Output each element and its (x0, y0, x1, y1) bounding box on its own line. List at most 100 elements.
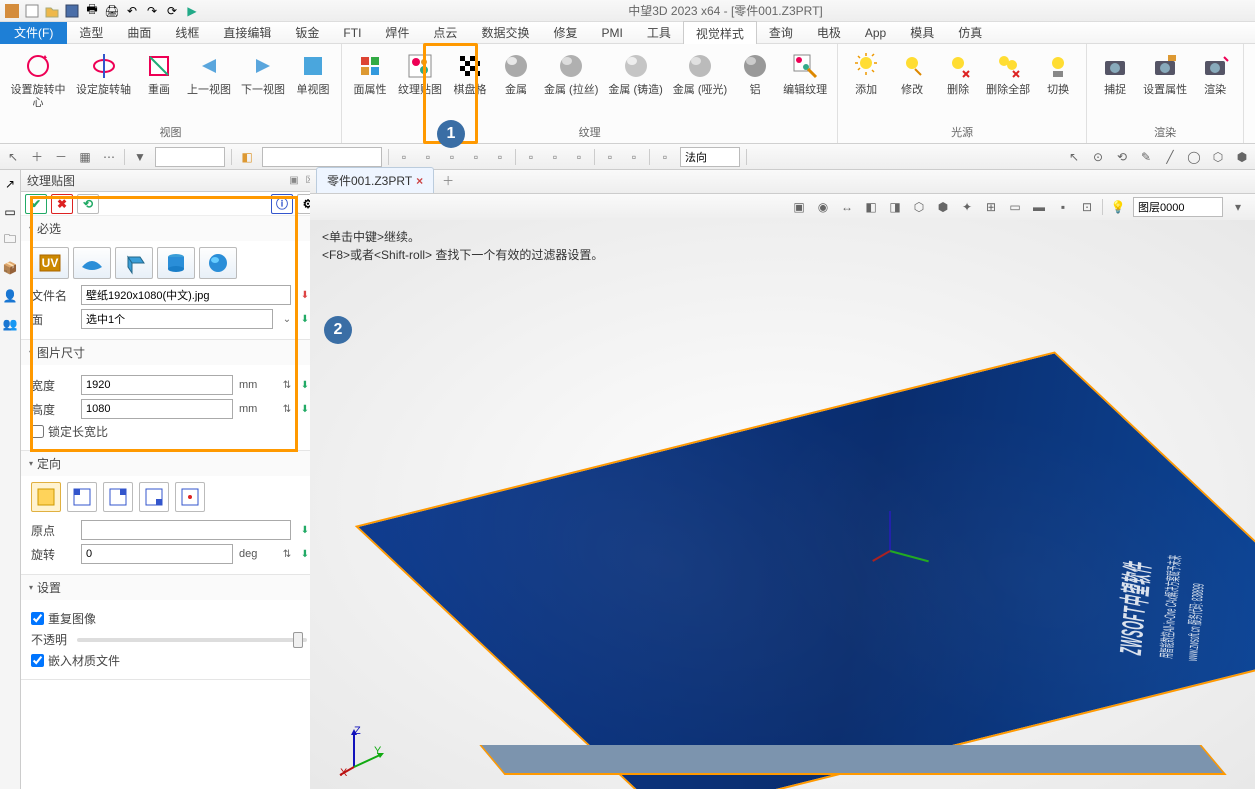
user-icon[interactable]: 👥 (0, 314, 20, 334)
redraw-button[interactable]: 重画 (137, 46, 181, 97)
box-icon[interactable]: ▭ (0, 202, 20, 222)
vp-icon[interactable]: ◨ (886, 198, 904, 216)
face-input[interactable] (81, 309, 273, 329)
minus-icon[interactable]: － (52, 148, 70, 166)
checker-button[interactable]: 棋盘格 (448, 46, 492, 97)
menu-item[interactable]: 焊件 (373, 21, 421, 44)
menu-item[interactable]: 修复 (541, 21, 589, 44)
doc-tab[interactable]: 零件001.Z3PRT × (316, 167, 434, 193)
cursor-icon[interactable]: ↖ (4, 148, 22, 166)
orient-br-button[interactable] (139, 482, 169, 512)
uv-sheet-button[interactable] (73, 247, 111, 279)
tb-icon[interactable]: ▫ (395, 148, 413, 166)
render-button[interactable]: 渲染 (1193, 46, 1237, 97)
vp-icon[interactable]: ⊞ (982, 198, 1000, 216)
dropdown-icon[interactable]: ▾ (1229, 198, 1247, 216)
3d-model-view[interactable]: ZWSOFT中望软件 用智能数控All-in-One CAx解决方案赋予未来 w… (430, 300, 1250, 789)
menu-item[interactable]: 曲面 (115, 21, 163, 44)
metal-cast-button[interactable]: 金属 (铸造) (604, 46, 666, 97)
vp-icon[interactable]: ⬡ (910, 198, 928, 216)
menu-item[interactable]: 模具 (898, 21, 946, 44)
menu-item[interactable]: 数据交换 (469, 21, 541, 44)
tb-icon[interactable]: ▫ (443, 148, 461, 166)
spin-icon[interactable]: ⇅ (279, 377, 295, 393)
tb-icon[interactable]: ▫ (546, 148, 564, 166)
next-view-button[interactable]: 下一视图 (237, 46, 289, 97)
close-tab-icon[interactable]: × (416, 174, 423, 188)
capture-button[interactable]: 捕捉 (1093, 46, 1137, 97)
tb-icon[interactable]: ▫ (625, 148, 643, 166)
vp-icon[interactable]: ↔ (838, 198, 856, 216)
section-settings[interactable]: 设置 (21, 575, 323, 600)
orient-fill-button[interactable] (31, 482, 61, 512)
embed-checkbox[interactable] (31, 654, 44, 667)
repeat-checkbox[interactable] (31, 612, 44, 625)
opacity-slider[interactable] (77, 638, 307, 642)
lock-aspect-checkbox[interactable] (31, 425, 44, 438)
vp-icon[interactable]: ✦ (958, 198, 976, 216)
orient-tr-button[interactable] (103, 482, 133, 512)
menu-item[interactable]: 线框 (163, 21, 211, 44)
light-add-button[interactable]: 添加 (844, 46, 888, 97)
uv-box-button[interactable] (115, 247, 153, 279)
selection-input[interactable] (262, 147, 382, 167)
menu-item[interactable]: 仿真 (946, 21, 994, 44)
tb-icon[interactable]: ▫ (419, 148, 437, 166)
vp-icon[interactable]: ▪ (1054, 198, 1072, 216)
menu-item[interactable]: FTI (331, 23, 373, 43)
render-props-button[interactable]: 设置属性 (1139, 46, 1191, 97)
normal-input[interactable] (680, 147, 740, 167)
undo-icon[interactable]: ↶ (124, 3, 140, 19)
menu-item[interactable]: App (853, 23, 898, 43)
metal-brush-button[interactable]: 金属 (拉丝) (540, 46, 602, 97)
menu-item[interactable]: 点云 (421, 21, 469, 44)
layer-input[interactable] (1133, 197, 1223, 217)
open-icon[interactable] (44, 3, 60, 19)
tree-icon[interactable]: 🗀 (0, 230, 20, 250)
tb-icon[interactable]: ▫ (491, 148, 509, 166)
tb-icon[interactable]: ⬡ (1209, 148, 1227, 166)
section-imgsize[interactable]: 图片尺寸 (21, 340, 323, 365)
dots-icon[interactable]: ⋯ (100, 148, 118, 166)
save-icon[interactable] (64, 3, 80, 19)
bulb-icon[interactable]: 💡 (1109, 198, 1127, 216)
uv-plane-button[interactable]: UV (31, 247, 69, 279)
tb-icon[interactable]: ▫ (601, 148, 619, 166)
light-del-all-button[interactable]: 删除全部 (982, 46, 1034, 97)
tb-icon[interactable]: ◯ (1185, 148, 1203, 166)
person-icon[interactable]: 👤 (0, 286, 20, 306)
filter-icon[interactable]: ▼ (131, 148, 149, 166)
height-input[interactable] (81, 399, 233, 419)
refresh-icon[interactable]: ⟳ (164, 3, 180, 19)
menu-item-active[interactable]: 视觉样式 (683, 21, 757, 46)
tb-icon[interactable]: ▫ (467, 148, 485, 166)
file-menu-button[interactable]: 文件(F) (0, 22, 67, 44)
pack-icon[interactable]: 📦 (0, 258, 20, 278)
menu-item[interactable]: 工具 (635, 21, 683, 44)
rotate-center-button[interactable]: 设置旋转中心 (6, 46, 70, 110)
tb-icon[interactable]: ⊙ (1089, 148, 1107, 166)
menu-item[interactable]: 查询 (757, 21, 805, 44)
apply-button[interactable]: ⟲ (77, 194, 99, 214)
grid-icon[interactable]: ▦ (76, 148, 94, 166)
info-button[interactable]: ⓘ (271, 194, 293, 214)
section-required[interactable]: 必选 (21, 216, 323, 241)
vp-icon[interactable]: ▬ (1030, 198, 1048, 216)
rotate-input[interactable] (81, 544, 233, 564)
uv-cyl-button[interactable] (157, 247, 195, 279)
metal-matte-button[interactable]: 金属 (哑光) (669, 46, 731, 97)
texture-map-button[interactable]: 纹理贴图 (394, 46, 446, 97)
menu-item[interactable]: 直接编辑 (211, 21, 283, 44)
ok-button[interactable]: ✔ (25, 194, 47, 214)
spin-icon[interactable]: ⇅ (279, 401, 295, 417)
edit-texture-button[interactable]: 编辑纹理 (779, 46, 831, 97)
print-icon[interactable]: 🖶 (84, 3, 100, 19)
plus-icon[interactable]: ＋ (28, 148, 46, 166)
tb-icon[interactable]: ⟲ (1113, 148, 1131, 166)
light-del-button[interactable]: 删除 (936, 46, 980, 97)
print2-icon[interactable]: 🖨 (104, 3, 120, 19)
tb-icon[interactable]: ▫ (656, 148, 674, 166)
orient-center-button[interactable] (175, 482, 205, 512)
tb-icon[interactable]: ▫ (522, 148, 540, 166)
light-mod-button[interactable]: 修改 (890, 46, 934, 97)
